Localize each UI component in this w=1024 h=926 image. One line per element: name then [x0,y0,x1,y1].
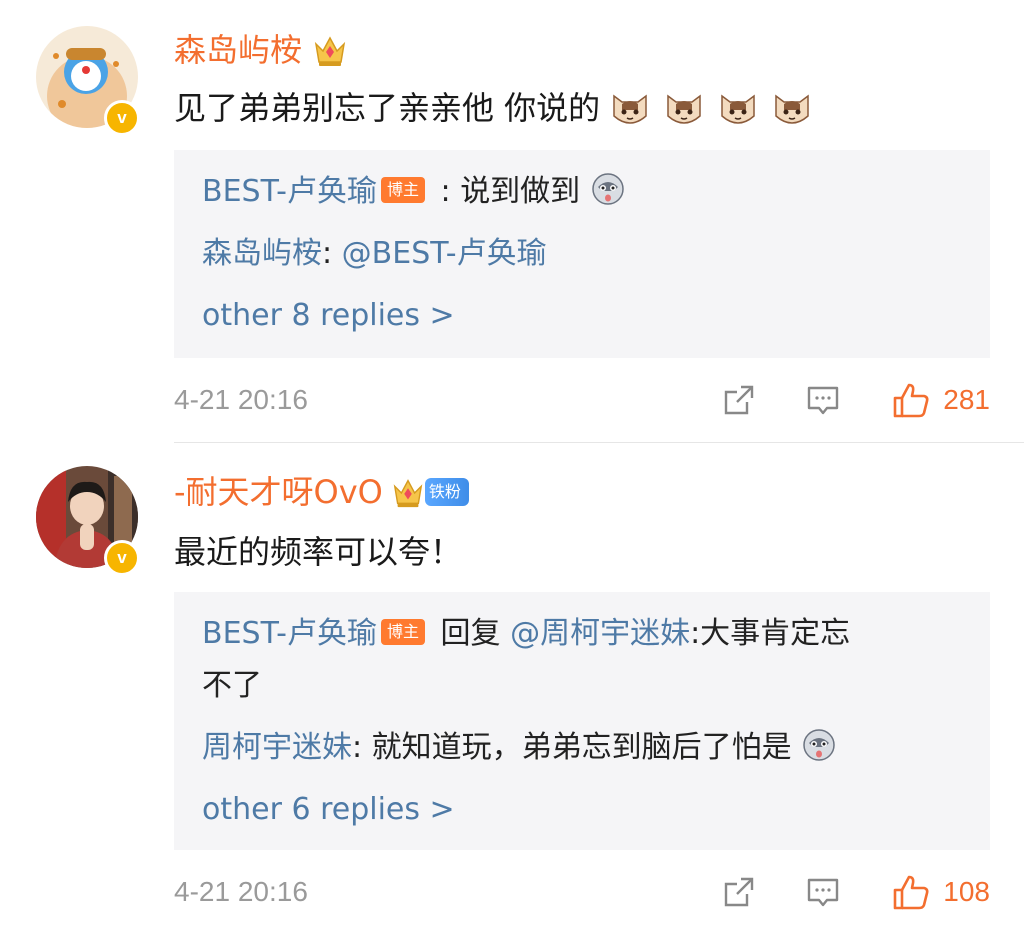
like-button[interactable]: 108 [891,872,990,912]
reply-continued-text: 不了 [202,668,262,703]
like-count: 108 [943,876,990,907]
crown-icon [393,479,423,508]
fan-badge: 铁粉 [424,478,469,506]
comment-text: 最近的频率可以夸！ [174,533,463,571]
reply-item[interactable]: BEST-卢奂瑜 博主 回复 @周柯宇迷妹:大事肯定忘 [202,612,962,656]
timestamp: 4-21 20:16 [174,876,308,907]
share-icon[interactable] [721,874,757,910]
husky-emoji [803,728,835,761]
verified-badge-icon: v [104,540,140,576]
like-icon [893,875,929,910]
reply-author[interactable]: BEST-卢奂瑜 [202,616,377,651]
mention-link[interactable]: @周柯宇迷妹 [510,616,690,651]
host-badge: 博主 [380,618,425,645]
reply-item[interactable]: 周柯宇迷妹: 就知道玩，弟弟忘到脑后了怕是 [202,726,962,770]
username[interactable]: -耐天才呀OvO [174,472,383,512]
comment-icon[interactable] [805,874,841,910]
more-replies-link[interactable]: other 6 replies > [202,788,962,832]
replies-box[interactable]: BEST-卢奂瑜 博主 回复 @周柯宇迷妹:大事肯定忘 不了 周柯宇迷妹: 就知道… [174,592,990,850]
reply-author[interactable]: 周柯宇迷妹 [202,730,352,765]
comment-item: v -耐天才呀OvO 铁粉 最近的频率可以夸！ BEST-卢奂瑜 博主 回复 @周… [0,0,1024,910]
